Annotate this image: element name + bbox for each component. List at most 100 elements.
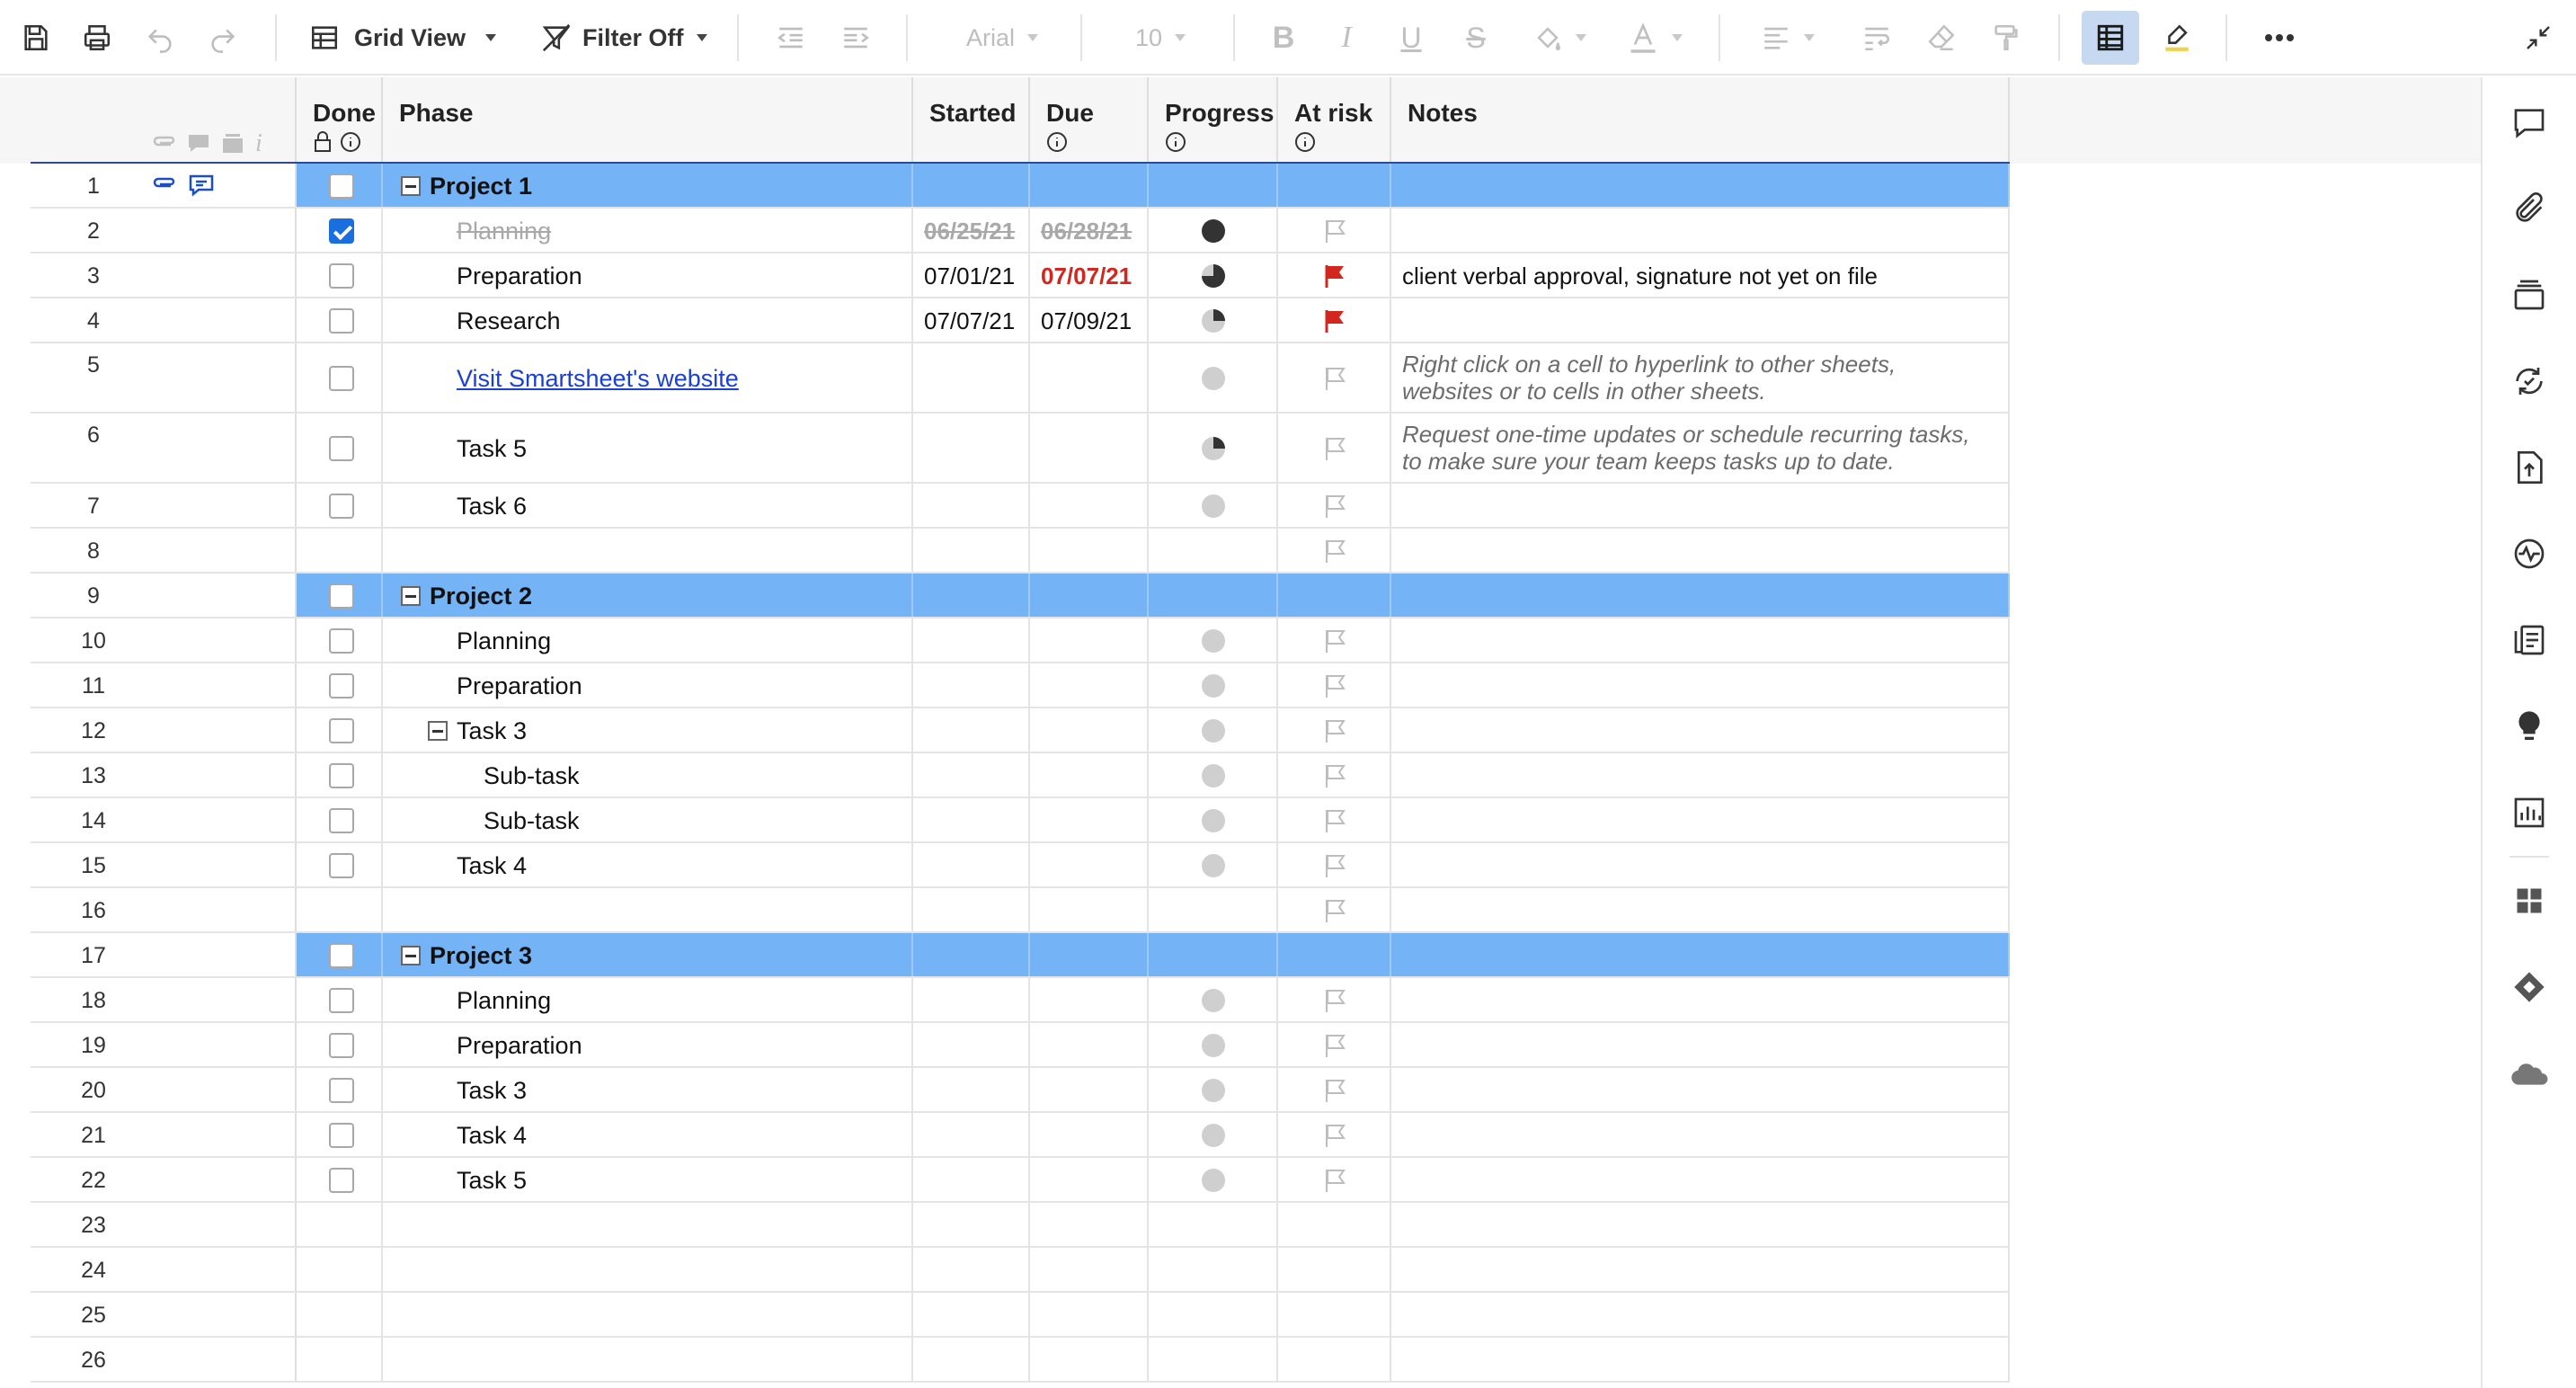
row-number-cell[interactable]: 19	[31, 1023, 297, 1066]
row-number-cell[interactable]: 12	[31, 708, 297, 752]
underline-icon[interactable]: U	[1384, 0, 1438, 76]
cell-due[interactable]	[1030, 414, 1149, 482]
table-row[interactable]: 11 Preparation	[31, 663, 2010, 708]
progress-harvey-ball-icon[interactable]	[1201, 1033, 1226, 1058]
cell-due[interactable]	[1030, 1023, 1149, 1066]
cell-due[interactable]	[1030, 529, 1149, 572]
progress-harvey-ball-icon[interactable]	[1201, 263, 1226, 289]
done-checkbox[interactable]	[329, 308, 354, 334]
cell-phase[interactable]: Project 1	[383, 164, 913, 207]
cell-phase[interactable]	[383, 1203, 913, 1246]
cell-done[interactable]	[297, 843, 383, 886]
cell-due[interactable]	[1030, 753, 1149, 796]
cell-atrisk[interactable]	[1278, 1338, 1391, 1381]
done-checkbox[interactable]	[329, 366, 354, 391]
row-number-cell[interactable]: 13	[31, 753, 297, 796]
cell-due[interactable]	[1030, 843, 1149, 886]
done-checkbox[interactable]	[329, 808, 354, 833]
cell-due[interactable]	[1030, 708, 1149, 752]
table-row[interactable]: 19 Preparation	[31, 1023, 2010, 1068]
cell-atrisk[interactable]	[1278, 414, 1391, 482]
row-number-cell[interactable]: 5	[31, 343, 297, 412]
row-number-cell[interactable]: 21	[31, 1113, 297, 1156]
row-number-cell[interactable]: 20	[31, 1068, 297, 1111]
cell-atrisk[interactable]	[1278, 529, 1391, 572]
more-options-icon[interactable]	[2251, 0, 2308, 76]
flag-off-icon[interactable]	[1323, 1078, 1346, 1103]
row-number-cell[interactable]: 23	[31, 1203, 297, 1246]
collapse-toggle-icon[interactable]	[428, 721, 448, 741]
row-number-cell[interactable]: 16	[31, 888, 297, 931]
cell-atrisk[interactable]	[1278, 254, 1391, 297]
row-number-cell[interactable]: 7	[31, 484, 297, 527]
cell-due[interactable]	[1030, 798, 1149, 841]
cell-phase[interactable]: Planning	[383, 209, 913, 252]
progress-harvey-ball-icon[interactable]	[1201, 1168, 1226, 1193]
done-checkbox[interactable]	[329, 943, 354, 968]
hyperlink[interactable]: Visit Smartsheet's website	[457, 365, 739, 393]
cell-started[interactable]	[913, 843, 1030, 886]
cell-progress[interactable]	[1149, 298, 1278, 342]
cell-due[interactable]	[1030, 618, 1149, 662]
outdent-icon[interactable]	[762, 0, 820, 76]
progress-harvey-ball-icon[interactable]	[1201, 628, 1226, 654]
cell-phase[interactable]: Research	[383, 298, 913, 342]
table-row[interactable]: 9 Project 2	[31, 574, 2010, 618]
done-checkbox[interactable]	[329, 1168, 354, 1193]
cell-progress[interactable]	[1149, 888, 1278, 931]
cell-due[interactable]	[1030, 978, 1149, 1021]
wrap-text-icon[interactable]	[1848, 0, 1905, 76]
cell-atrisk[interactable]	[1278, 164, 1391, 207]
cell-atrisk[interactable]	[1278, 618, 1391, 662]
cell-due[interactable]	[1030, 1068, 1149, 1111]
cell-notes[interactable]	[1391, 529, 2010, 572]
cell-atrisk[interactable]	[1278, 484, 1391, 527]
progress-harvey-ball-icon[interactable]	[1201, 1078, 1226, 1103]
cell-atrisk[interactable]	[1278, 708, 1391, 752]
cell-notes[interactable]	[1391, 933, 2010, 976]
font-size-select[interactable]: 10	[1111, 0, 1210, 76]
flag-off-icon[interactable]	[1323, 988, 1346, 1013]
column-header-progress[interactable]: Progress	[1149, 77, 1278, 162]
cell-progress[interactable]	[1149, 1113, 1278, 1156]
progress-harvey-ball-icon[interactable]	[1201, 366, 1226, 391]
table-row[interactable]: 20 Task 3	[31, 1068, 2010, 1113]
cell-notes[interactable]	[1391, 888, 2010, 931]
cell-due[interactable]	[1030, 1158, 1149, 1201]
apps-grid-icon[interactable]	[2502, 874, 2556, 928]
cell-started[interactable]	[913, 1338, 1030, 1381]
cell-started[interactable]	[913, 663, 1030, 707]
collapse-toggle-icon[interactable]	[401, 946, 421, 965]
cell-phase[interactable]	[383, 1248, 913, 1291]
cell-phase[interactable]: Preparation	[383, 254, 913, 297]
cell-atrisk[interactable]	[1278, 1023, 1391, 1066]
cell-due[interactable]	[1030, 1338, 1149, 1381]
cell-phase[interactable]	[383, 1338, 913, 1381]
cell-started[interactable]: 07/01/21	[913, 254, 1030, 297]
progress-harvey-ball-icon[interactable]	[1201, 988, 1226, 1013]
cell-due[interactable]	[1030, 1113, 1149, 1156]
done-checkbox[interactable]	[329, 1123, 354, 1148]
row-number-cell[interactable]: 24	[31, 1248, 297, 1291]
cell-done[interactable]	[297, 1158, 383, 1201]
table-row[interactable]: 14 Sub-task	[31, 798, 2010, 843]
cell-started[interactable]	[913, 1113, 1030, 1156]
cell-done[interactable]	[297, 1023, 383, 1066]
cell-done[interactable]	[297, 164, 383, 207]
cell-progress[interactable]	[1149, 753, 1278, 796]
cell-notes[interactable]	[1391, 164, 2010, 207]
cell-notes[interactable]	[1391, 1158, 2010, 1201]
cell-started[interactable]	[913, 164, 1030, 207]
cell-progress[interactable]	[1149, 164, 1278, 207]
cell-phase[interactable]: Planning	[383, 978, 913, 1021]
flag-off-icon[interactable]	[1323, 1123, 1346, 1148]
column-header-at-risk[interactable]: At risk	[1278, 77, 1391, 162]
cell-progress[interactable]	[1149, 663, 1278, 707]
flag-on-icon[interactable]	[1323, 263, 1346, 289]
cell-phase[interactable]: Task 3	[383, 708, 913, 752]
strikethrough-icon[interactable]: S	[1449, 0, 1503, 76]
row-number-cell[interactable]: 22	[31, 1158, 297, 1201]
table-row[interactable]: 1 Project 1	[31, 164, 2010, 209]
done-checkbox[interactable]	[329, 494, 354, 519]
cell-notes[interactable]	[1391, 1203, 2010, 1246]
